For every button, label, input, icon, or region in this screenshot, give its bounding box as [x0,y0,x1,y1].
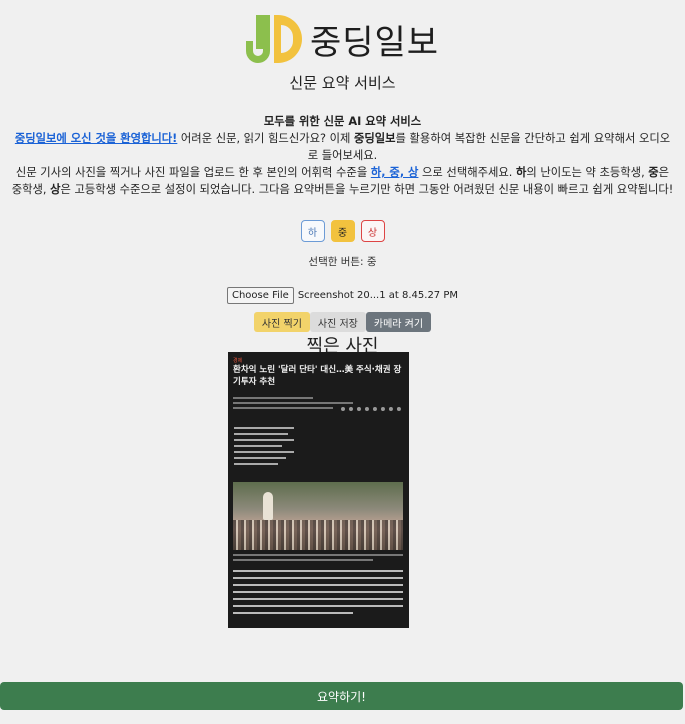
file-upload: Choose File Screenshot 20...1 at 8.45.27… [0,287,685,304]
logo-d-shape [273,15,302,63]
intro-text-segment: 신문 기사의 사진을 찍거나 사진 파일을 업로드 한 후 본인의 어휘력 수준… [15,166,371,179]
page-subtitle: 신문 요약 서비스 [289,74,396,92]
brand-name: 중딩일보 [309,22,440,63]
level-high-button[interactable]: 상 [360,220,385,242]
logo-j-shape [245,15,274,63]
camera-on-button[interactable]: 카메라 켜기 [365,312,432,332]
choose-file-button[interactable]: Choose File [226,287,294,304]
level-high-text: 상 [50,183,61,196]
intro-headline: 모두를 위한 신문 AI 요약 서비스 [263,115,422,128]
photo-category: 경제 [233,358,243,364]
intro-brand: 중딩일보 [353,132,396,145]
level-low-text: 하 [515,166,527,179]
audience-crowd [233,520,403,550]
photo-article-image [233,482,403,550]
header: 중딩일보 [0,0,685,64]
photo-article-body [233,570,403,619]
welcome-link[interactable]: 중딩일보에 오신 것을 환영합니다! [15,132,177,145]
level-mid-text: 중 [648,166,659,179]
intro-text-segment: 의 난이도는 약 초등학생, [526,166,649,179]
level-selector: 하 중 상 [0,220,685,242]
take-photo-button[interactable]: 사진 찍기 [253,312,310,332]
selected-level-text: 선택한 버튼: 중 [308,256,377,268]
summarize-button[interactable]: 요약하기! [0,682,683,710]
photo-toolbar-icons [341,407,401,415]
jd-logo-icon [245,15,302,63]
photo-article-title: 환차익 노린 '달러 단타' 대신…美 주식·채권 장기투자 추천 [233,365,402,387]
intro-text-segment: 으로 선택해주세요. [418,166,516,179]
captured-photo: 경제 환차익 노린 '달러 단타' 대신…美 주식·채권 장기투자 추천 [228,352,409,628]
level-low-button[interactable]: 하 [300,220,325,242]
intro-text-segment: 어려운 신문, 읽기 힘드신가요? 이제 [177,132,354,145]
intro-line-1: 중딩일보에 오신 것을 환영합니다! 어려운 신문, 읽기 힘드신가요? 이제 … [10,130,675,164]
save-photo-button[interactable]: 사진 저장 [309,312,366,332]
photo-summary-list [234,427,294,469]
photo-caption [233,554,403,564]
intro-text: 모두를 위한 신문 AI 요약 서비스 중딩일보에 오신 것을 환영합니다! 어… [10,113,675,198]
levels-link[interactable]: 하, 중, 상 [371,166,419,179]
level-mid-button[interactable]: 중 [330,220,355,242]
intro-text-segment: 은 고등학생 수준으로 설정이 되었습니다. 그다음 요약버튼을 누르기만 하면… [60,183,674,196]
intro-line-2: 신문 기사의 사진을 찍거나 사진 파일을 업로드 한 후 본인의 어휘력 수준… [10,164,675,198]
speaker-figure [263,492,273,520]
photo-actions: 사진 찍기 사진 저장 카메라 켜기 [0,312,685,332]
file-name: Screenshot 20...1 at 8.45.27 PM [297,290,459,301]
